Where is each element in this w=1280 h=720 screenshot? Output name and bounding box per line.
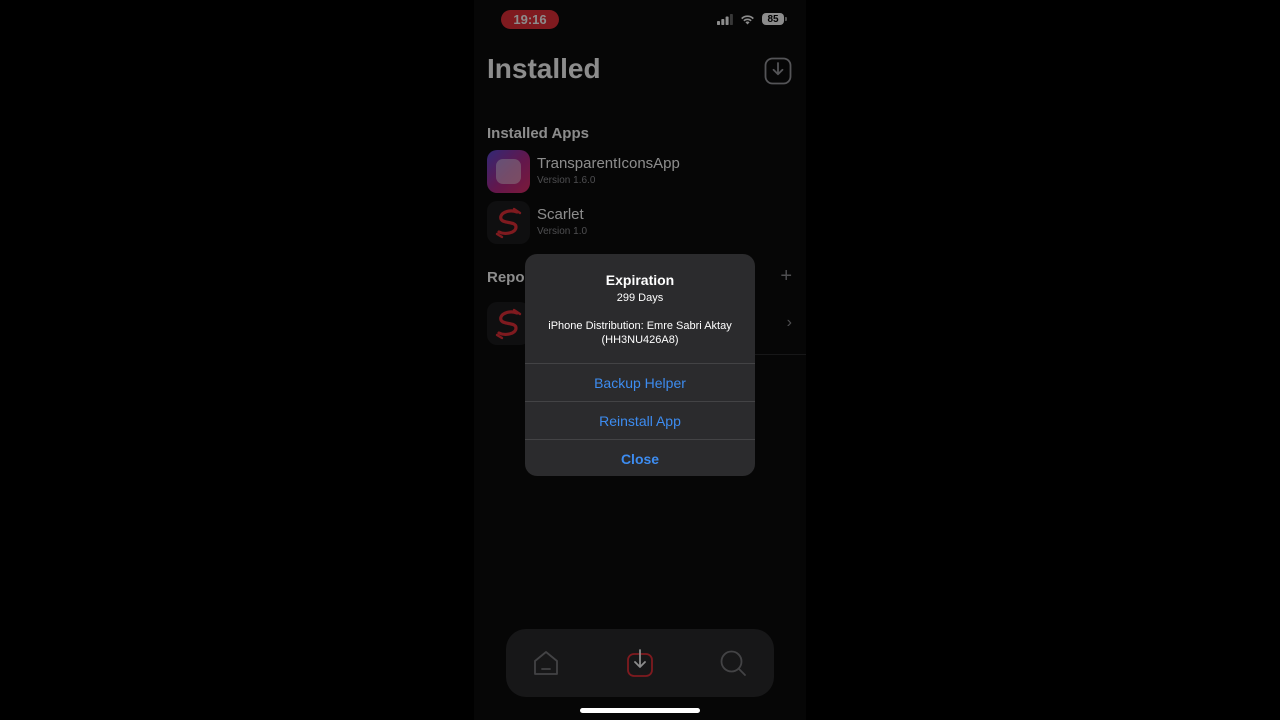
chevron-right-icon: ›: [786, 314, 792, 331]
status-time: 19:16: [501, 10, 559, 29]
section-title-repos: Repo: [487, 269, 525, 286]
wifi-icon: [741, 14, 754, 24]
certificate-id: (HH3NU426A8): [601, 334, 679, 346]
scarlet-logo-icon: [487, 201, 530, 244]
cellular-signal-icon: [717, 13, 733, 25]
alert-certificate: iPhone Distribution: Emre Sabri Aktay (H…: [533, 319, 747, 347]
home-icon: [534, 651, 558, 675]
home-indicator[interactable]: [580, 708, 700, 713]
scarlet-logo-icon: [487, 302, 530, 345]
tab-search[interactable]: [717, 647, 749, 679]
download-icon: [627, 649, 653, 677]
app-name: Scarlet: [537, 206, 584, 223]
phone-screen: 19:16 85 Installed Installed Apps Transp…: [474, 0, 806, 720]
app-version: Version 1.6.0: [537, 175, 596, 186]
tab-installed[interactable]: [624, 647, 656, 679]
search-icon: [720, 650, 746, 676]
app-row-transparenticonsapp[interactable]: TransparentIconsApp Version 1.6.0: [487, 150, 792, 194]
add-repo-button[interactable]: +: [780, 265, 792, 288]
backup-helper-button[interactable]: Backup Helper: [525, 364, 755, 401]
battery-indicator: 85: [762, 13, 787, 25]
certificate-name: iPhone Distribution: Emre Sabri Aktay: [548, 320, 732, 332]
app-name: TransparentIconsApp: [537, 155, 680, 172]
alert-title: Expiration: [605, 272, 675, 288]
tab-bar: [506, 629, 774, 697]
download-icon: [764, 57, 792, 85]
reinstall-app-button[interactable]: Reinstall App: [525, 402, 755, 439]
close-button[interactable]: Close: [525, 440, 755, 476]
alert-days: 299 Days: [616, 292, 664, 304]
app-version: Version 1.0: [537, 226, 588, 237]
app-row-scarlet[interactable]: Scarlet Version 1.0: [487, 201, 792, 245]
download-button[interactable]: [764, 57, 792, 85]
expiration-alert: Expiration 299 Days iPhone Distribution:…: [525, 254, 755, 476]
tab-home[interactable]: [530, 647, 562, 679]
app-icon: [487, 150, 530, 193]
section-title-installed-apps: Installed Apps: [487, 125, 589, 142]
status-icons: 85: [717, 13, 787, 25]
page-title: Installed: [487, 53, 601, 84]
